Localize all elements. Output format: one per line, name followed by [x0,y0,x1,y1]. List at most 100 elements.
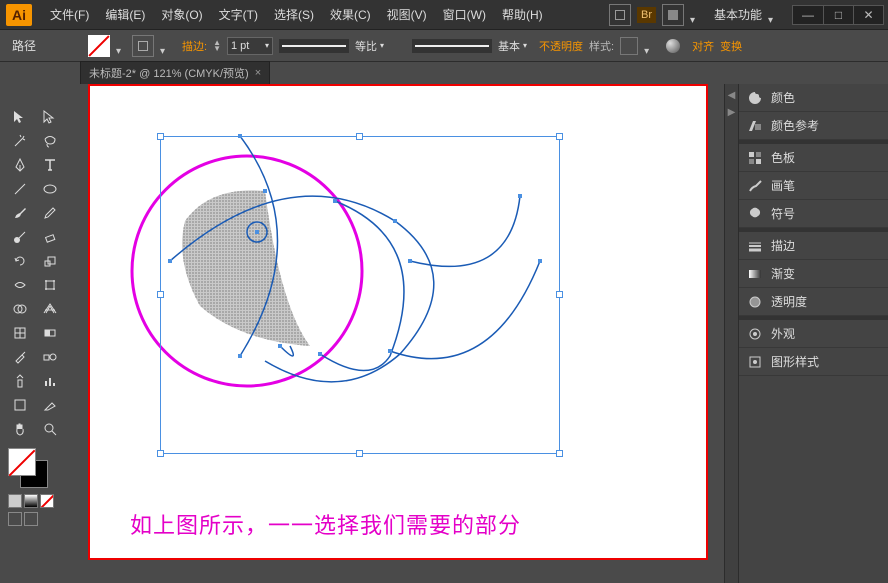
line-tool[interactable] [6,178,34,200]
menu-help[interactable]: 帮助(H) [494,6,551,23]
type-tool[interactable] [36,154,64,176]
blend-tool[interactable] [36,346,64,368]
menu-effect[interactable]: 效果(C) [322,6,379,23]
appearance-icon [747,326,763,342]
scale-tool[interactable] [36,250,64,272]
width-tool[interactable] [6,274,34,296]
panel-color-guide[interactable]: 颜色参考 [739,112,888,140]
window-controls: — □ ✕ [792,5,884,25]
stroke-profile[interactable] [279,39,349,53]
menu-view[interactable]: 视图(V) [379,6,435,23]
slice-tool[interactable] [36,394,64,416]
stroke-dropdown[interactable] [160,43,170,49]
canvas-caption: 如上图所示，一一选择我们需要的部分 [130,508,521,540]
free-transform-tool[interactable] [36,274,64,296]
screen-mode-full[interactable] [24,512,38,526]
symbol-sprayer-tool[interactable] [6,370,34,392]
perspective-grid-tool[interactable] [36,298,64,320]
stroke-icon [747,238,763,254]
panel-graphic-styles[interactable]: 图形样式 [739,348,888,376]
maximize-button[interactable]: □ [823,6,853,24]
gradient-icon [747,266,763,282]
menu-select[interactable]: 选择(S) [266,6,322,23]
pencil-tool[interactable] [36,202,64,224]
pen-tool[interactable] [6,154,34,176]
canvas-area[interactable]: 如上图所示，一一选择我们需要的部分 [70,84,724,583]
stroke-label: 描边: [182,38,207,54]
menu-file[interactable]: 文件(F) [42,6,97,23]
brushes-icon [747,178,763,194]
selection-type-label: 路径 [10,37,46,54]
stroke-weight-input[interactable]: 1 pt▾ [227,37,273,55]
main-body: 如上图所示，一一选择我们需要的部分 ◀▶ 颜色 颜色参考 色板 画笔 符号 描边 [0,84,888,583]
brush-label[interactable]: 基本 ▾ [498,38,527,54]
selection-bounding-box[interactable] [160,136,560,454]
minimize-button[interactable]: — [793,6,823,24]
hand-tool[interactable] [6,418,34,440]
width-profile-label[interactable]: 等比 ▾ [355,38,384,54]
shape-builder-tool[interactable] [6,298,34,320]
panel-symbols[interactable]: 符号 [739,200,888,228]
direct-selection-tool[interactable] [36,106,64,128]
fill-swatch[interactable] [88,35,110,57]
close-button[interactable]: ✕ [853,6,883,24]
swatches-icon [747,150,763,166]
opacity-label[interactable]: 不透明度 [539,38,583,54]
panel-transparency[interactable]: 透明度 [739,288,888,316]
style-swatch[interactable] [620,37,638,55]
zoom-tool[interactable] [36,418,64,440]
menu-object[interactable]: 对象(O) [153,6,210,23]
transform-label[interactable]: 变换 [720,38,742,54]
paintbrush-tool[interactable] [6,202,34,224]
panel-appearance[interactable]: 外观 [739,316,888,348]
stroke-swatch[interactable] [132,35,154,57]
gradient-mode-button[interactable] [24,494,38,508]
rotate-tool[interactable] [6,250,34,272]
lasso-tool[interactable] [36,130,64,152]
arrange-dropdown[interactable] [690,12,700,18]
stroke-stepper[interactable]: ▲▼ [213,40,221,52]
menu-type[interactable]: 文字(T) [211,6,266,23]
eraser-tool[interactable] [36,226,64,248]
workspace-label[interactable]: 基本功能 [714,6,762,23]
selection-tool[interactable] [6,106,34,128]
none-mode-button[interactable] [40,494,54,508]
ellipse-tool[interactable] [36,178,64,200]
gradient-tool[interactable] [36,322,64,344]
tab-close-icon[interactable]: × [255,67,261,79]
transparency-icon [747,294,763,310]
color-guide-icon [747,118,763,134]
magic-wand-tool[interactable] [6,130,34,152]
panel-gradient[interactable]: 渐变 [739,260,888,288]
blob-brush-tool[interactable] [6,226,34,248]
fill-stroke-swatch[interactable] [8,448,48,488]
panel-swatches[interactable]: 色板 [739,140,888,172]
workspace-dropdown[interactable] [768,12,778,18]
artboard-tool[interactable] [6,394,34,416]
graphic-styles-icon [747,354,763,370]
panel-stroke[interactable]: 描边 [739,228,888,260]
palette-icon [747,90,763,106]
eyedropper-tool[interactable] [6,346,34,368]
panel-brushes[interactable]: 画笔 [739,172,888,200]
panel-color[interactable]: 颜色 [739,84,888,112]
brush-definition[interactable] [412,39,492,53]
recolor-button[interactable] [666,39,680,53]
symbols-icon [747,206,763,222]
menu-edit[interactable]: 编辑(E) [97,6,153,23]
screen-mode-normal[interactable] [8,512,22,526]
column-graph-tool[interactable] [36,370,64,392]
bridge-button[interactable]: Br [637,7,656,23]
search-button[interactable] [609,4,631,26]
document-tab[interactable]: 未标题-2* @ 121% (CMYK/预览) × [80,61,270,84]
align-label[interactable]: 对齐 [692,38,714,54]
style-dropdown[interactable] [644,43,654,49]
color-mode-button[interactable] [8,494,22,508]
app-logo: Ai [6,4,32,26]
fill-dropdown[interactable] [116,43,126,49]
menu-window[interactable]: 窗口(W) [435,6,494,23]
panel-collapse-strip[interactable]: ◀▶ [724,84,738,583]
arrange-documents[interactable] [662,4,684,26]
mesh-tool[interactable] [6,322,34,344]
tab-title: 未标题-2* @ 121% (CMYK/预览) [89,65,249,81]
